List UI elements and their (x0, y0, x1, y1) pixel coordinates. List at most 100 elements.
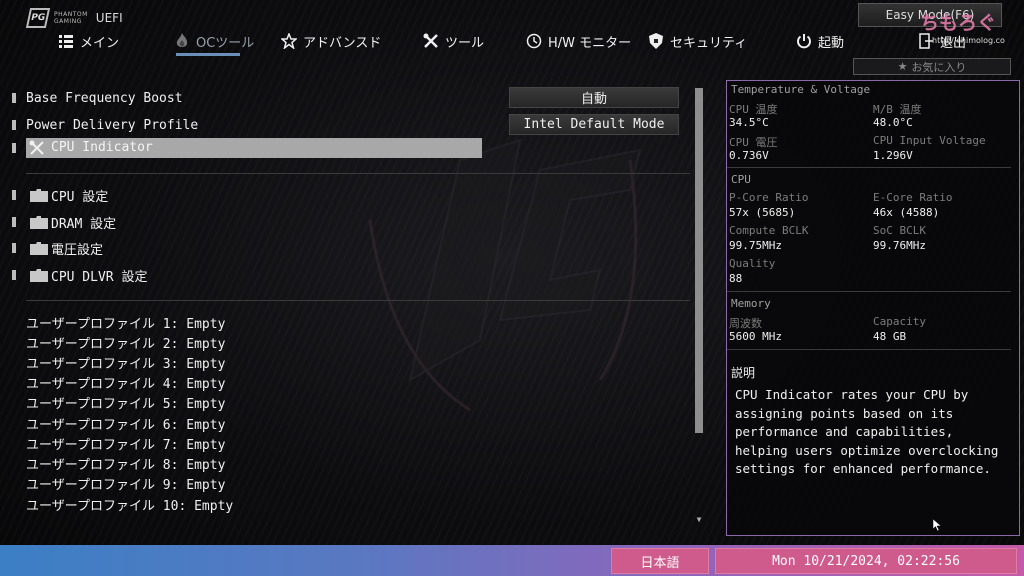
watermark-url: http://chimolog.co (932, 36, 1005, 45)
ecore-ratio-label: E-Core Ratio (873, 191, 953, 204)
tab-security[interactable]: セキュリティ (648, 30, 747, 52)
memory-frequency-value: 5600 MHz (729, 330, 782, 343)
folder-cpu-dlvr-settings[interactable]: CPU DLVR 設定 (0, 265, 500, 285)
shield-icon (648, 33, 664, 49)
compute-bclk-value: 99.75MHz (729, 239, 782, 252)
brand-logo: PG PHANTOM GAMING UEFI (25, 8, 123, 28)
memory-capacity-value: 48 GB (873, 330, 907, 343)
cpu-voltage-value: 0.736V (729, 149, 769, 162)
folder-label: CPU DLVR 設定 (51, 270, 148, 285)
divider (26, 173, 690, 174)
folder-label: 電圧設定 (51, 243, 104, 258)
base-frequency-boost-value[interactable]: 自動 (509, 87, 679, 108)
pcore-ratio-value: 57x (5685) (729, 206, 796, 219)
user-profile-7[interactable]: ユーザープロファイル 7: Empty (26, 434, 225, 453)
bullet-marker (12, 143, 16, 153)
memory-capacity-label: Capacity (873, 315, 926, 328)
user-profile-3[interactable]: ユーザープロファイル 3: Empty (26, 353, 225, 372)
tab-boot[interactable]: 起動 (796, 30, 844, 52)
folder-label: CPU 設定 (51, 190, 109, 205)
setting-power-delivery-profile[interactable]: Power Delivery Profile (0, 115, 500, 135)
brand-line1: PHANTOM (54, 11, 88, 18)
setting-label: Power Delivery Profile (26, 117, 199, 133)
user-profile-5[interactable]: ユーザープロファイル 5: Empty (26, 393, 225, 412)
quality-label: Quality (729, 257, 776, 270)
tab-oc-tools-label: OCツール (196, 35, 255, 51)
folder-icon (30, 269, 48, 282)
star-icon: ★ (897, 60, 908, 73)
mouse-cursor-icon (933, 519, 941, 531)
ecore-ratio-value: 46x (4588) (873, 206, 940, 219)
date-time-display: Mon 10/21/2024, 02:22:56 (715, 548, 1017, 574)
info-divider (727, 167, 1011, 168)
tab-advanced[interactable]: アドバンスド (281, 30, 381, 52)
user-profile-10[interactable]: ユーザープロファイル 10: Empty (26, 495, 233, 514)
tab-hw-monitor[interactable]: H/W モニター (526, 30, 631, 52)
memory-frequency-label: 周波数 (729, 317, 762, 330)
bullet-marker (12, 270, 16, 280)
setting-base-frequency-boost[interactable]: Base Frequency Boost (0, 88, 500, 108)
user-profile-2[interactable]: ユーザープロファイル 2: Empty (26, 333, 225, 352)
favorites-label: お気に入り (911, 60, 967, 74)
list-icon (58, 33, 74, 49)
soc-bclk-label: SoC BCLK (873, 224, 926, 237)
description-text: CPU Indicator rates your CPU by assignin… (735, 387, 999, 476)
brand-uefi: UEFI (95, 11, 123, 25)
cpu-temp-value: 34.5°C (729, 116, 769, 129)
quality-value: 88 (729, 272, 743, 285)
folder-icon (30, 242, 48, 255)
user-profile-6[interactable]: ユーザープロファイル 6: Empty (26, 414, 225, 433)
pcore-ratio-label: P-Core Ratio (729, 191, 809, 204)
oc-flame-icon (174, 33, 190, 49)
bullet-marker (12, 217, 16, 227)
setting-label: Base Frequency Boost (26, 90, 183, 106)
cpu-temp-label: CPU 温度 (729, 103, 778, 116)
tab-oc-tools[interactable]: OCツール (174, 30, 254, 52)
cpu-voltage-label: CPU 電圧 (729, 136, 778, 149)
bullet-marker (12, 243, 16, 253)
top-bar: PG PHANTOM GAMING UEFI Easy Mode(F6) メイン… (0, 0, 1024, 58)
mb-temp-value: 48.0°C (873, 116, 913, 129)
selected-item-label: CPU Indicator (51, 140, 153, 155)
info-divider (727, 349, 1011, 350)
info-divider (727, 291, 1011, 292)
tab-main[interactable]: メイン (58, 30, 119, 52)
power-delivery-profile-value[interactable]: Intel Default Mode (509, 114, 679, 135)
cpu-input-voltage-value: 1.296V (873, 149, 913, 162)
monitor-icon (526, 33, 542, 49)
bullet-marker (12, 120, 16, 130)
brand-line2: GAMING (54, 18, 82, 25)
divider (26, 300, 690, 301)
user-profile-8[interactable]: ユーザープロファイル 8: Empty (26, 454, 225, 473)
info-panel: Temperature & Voltage CPU 温度 34.5°C M/B … (726, 80, 1020, 536)
tab-tools[interactable]: ツール (423, 30, 484, 52)
star-icon (281, 33, 297, 49)
favorites-button[interactable]: ★ お気に入り (853, 58, 1011, 75)
memory-section-title: Memory (731, 297, 771, 310)
folder-dram-settings[interactable]: DRAM 設定 (0, 212, 500, 232)
description-title: 説明 (731, 366, 756, 380)
tab-boot-label: 起動 (818, 35, 845, 51)
user-profile-9[interactable]: ユーザープロファイル 9: Empty (26, 474, 225, 493)
tab-hw-monitor-label: H/W モニター (548, 35, 632, 51)
temp-voltage-title: Temperature & Voltage (731, 83, 871, 96)
power-icon (796, 33, 812, 49)
cpu-input-voltage-label: CPU Input Voltage (873, 134, 986, 147)
user-profile-4[interactable]: ユーザープロファイル 4: Empty (26, 373, 225, 392)
user-profile-1[interactable]: ユーザープロファイル 1: Empty (26, 313, 225, 332)
phantom-gaming-logo-icon: PG (25, 8, 51, 28)
folder-icon (30, 189, 48, 202)
mb-temp-label: M/B 温度 (873, 103, 922, 116)
folder-voltage-settings[interactable]: 電圧設定 (0, 238, 500, 258)
tools-icon (29, 140, 44, 155)
scrollbar-thumb[interactable] (695, 88, 703, 433)
cpu-section-title: CPU (731, 173, 751, 186)
compute-bclk-label: Compute BCLK (729, 224, 809, 237)
scroll-down-arrow-icon[interactable]: ▼ (694, 516, 704, 524)
language-button[interactable]: 日本語 (611, 548, 709, 574)
selected-item-cpu-indicator[interactable]: CPU Indicator (26, 138, 482, 158)
watermark-logo: ちもろぐ (920, 12, 997, 34)
folder-cpu-settings[interactable]: CPU 設定 (0, 185, 500, 205)
tab-tools-label: ツール (445, 35, 485, 51)
tab-main-label: メイン (80, 35, 120, 51)
